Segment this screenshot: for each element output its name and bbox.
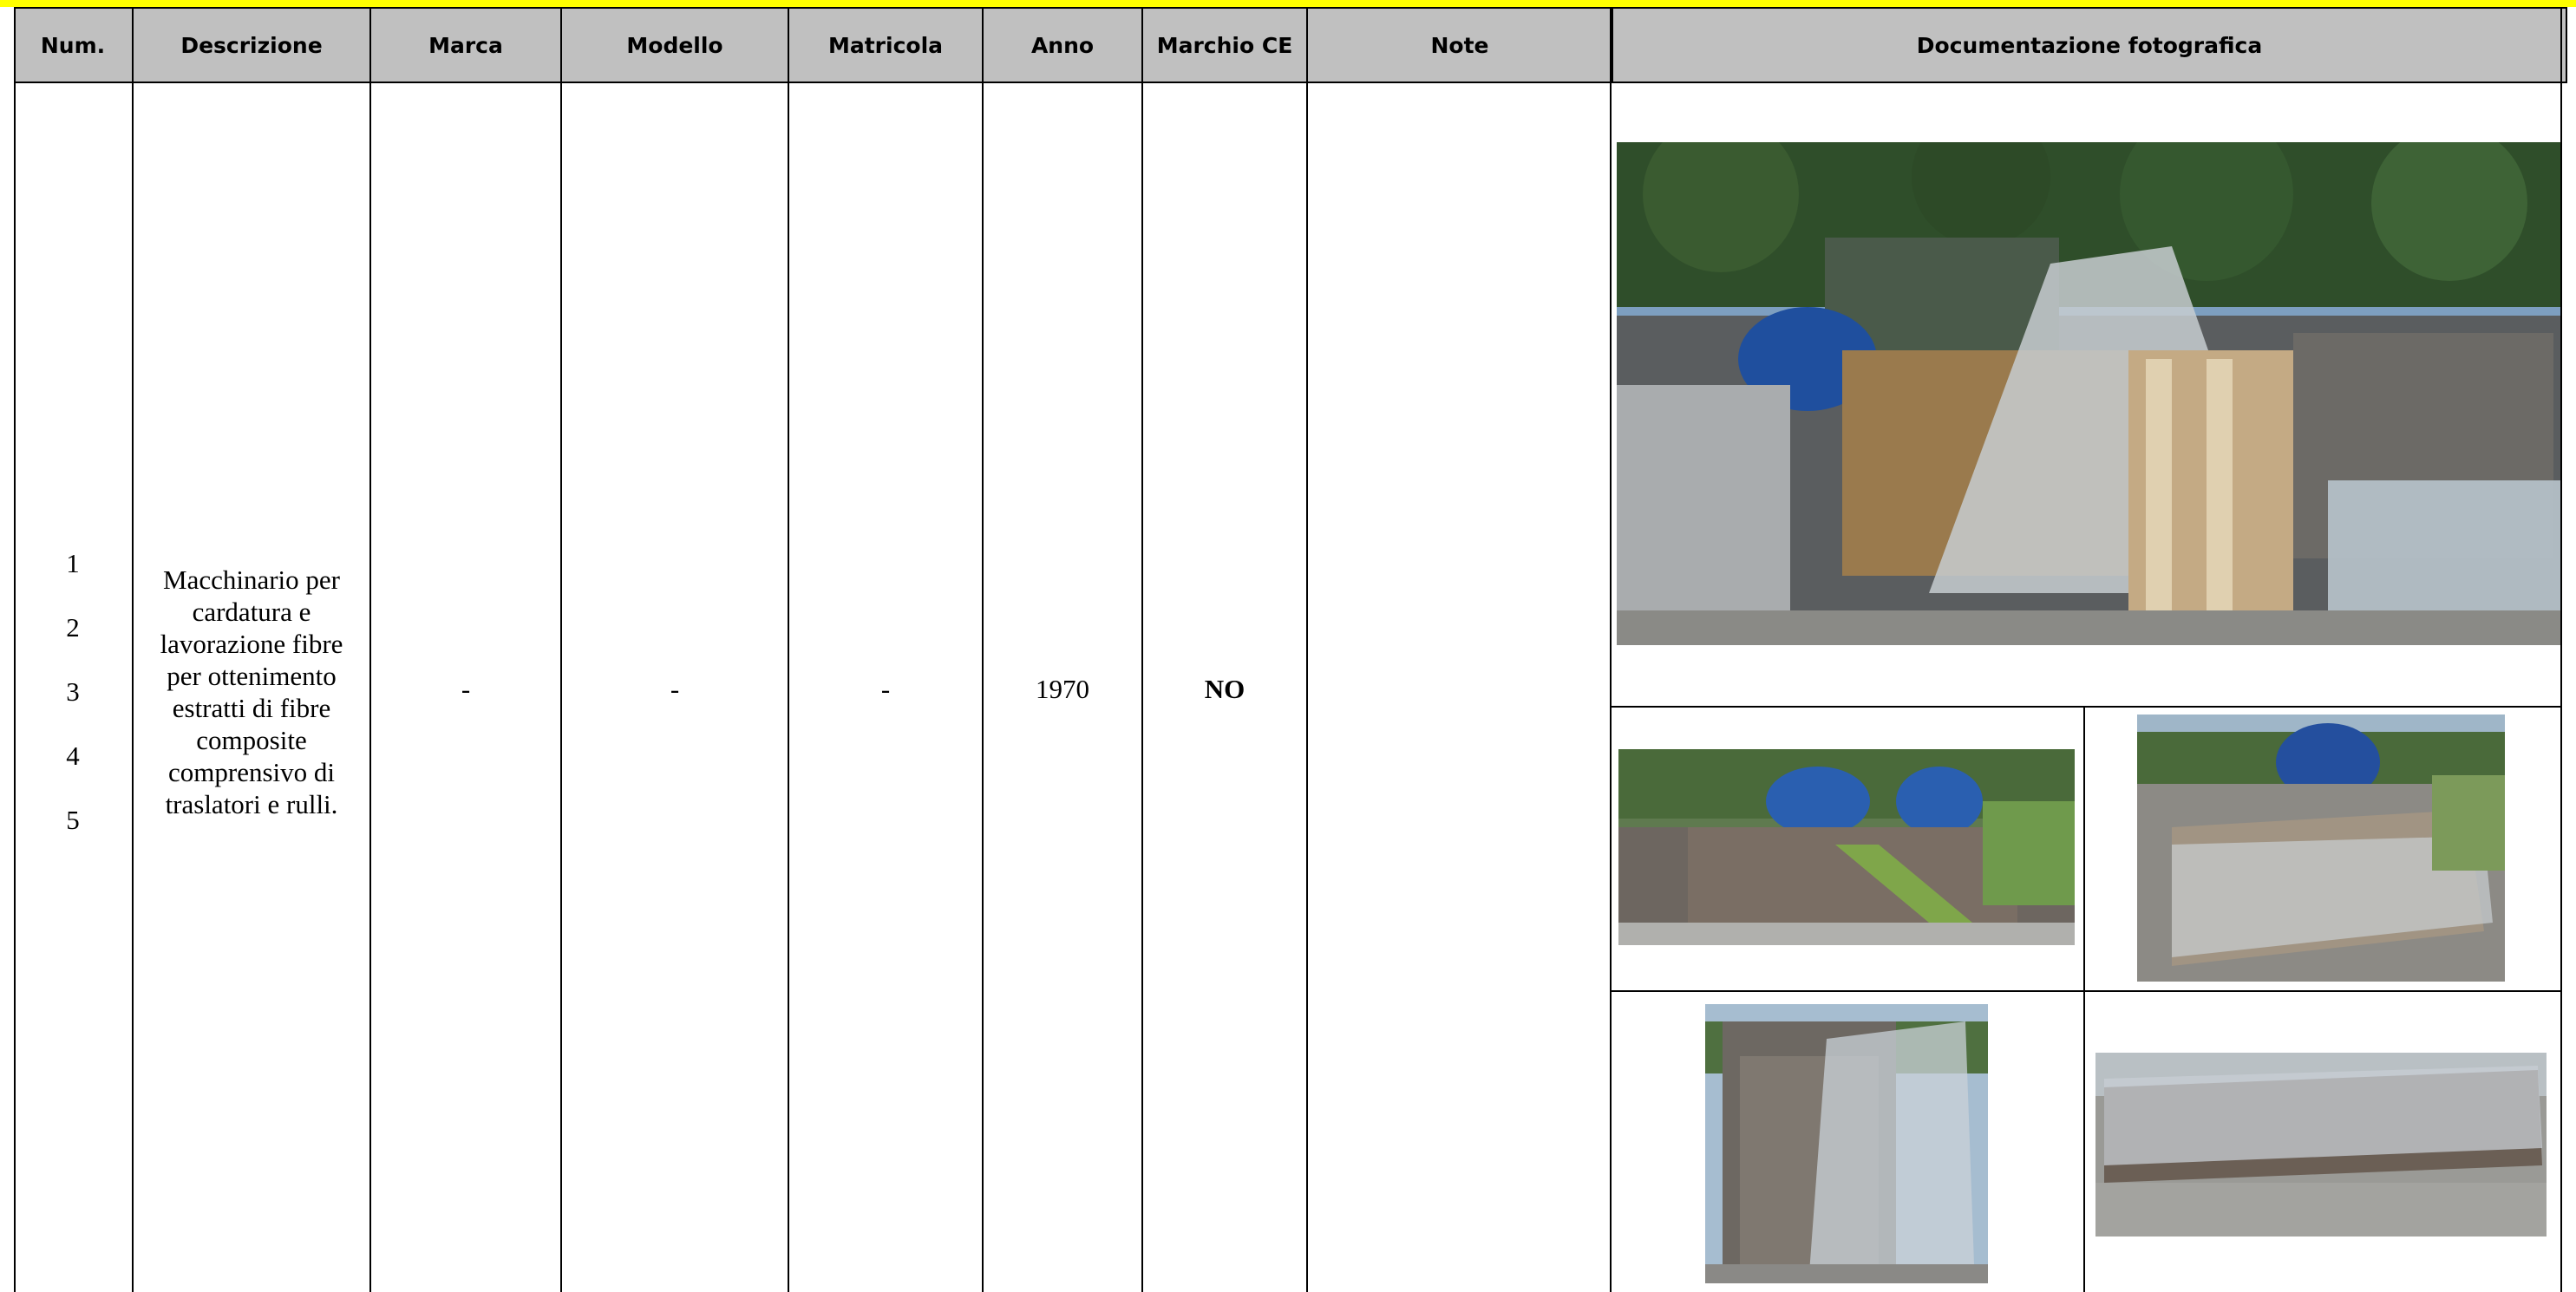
machinery-photo [1617, 142, 2560, 645]
marca-cell: - [461, 674, 471, 704]
column-divider [1610, 7, 1612, 1292]
column-divider [560, 7, 562, 1292]
machinery-photo [2137, 715, 2505, 982]
machinery-photo [1705, 1004, 1988, 1283]
photo-grid-divider [1610, 990, 2562, 992]
row-number: 1 [66, 548, 80, 578]
descrizione-line: per ottenimento [167, 661, 337, 691]
photo-grid-divider [1610, 706, 2562, 708]
row-number: 4 [66, 741, 80, 771]
header-modello: Modello [562, 9, 789, 82]
header-anno: Anno [984, 9, 1143, 82]
row-numbers: 1 2 3 4 5 [14, 538, 132, 858]
column-divider [1141, 7, 1143, 1292]
column-divider [1306, 7, 1308, 1292]
descrizione-line: cardatura e [192, 597, 311, 627]
header-marca: Marca [371, 9, 562, 82]
header-documentazione: Documentazione fotografica [1613, 9, 2567, 82]
header-descrizione: Descrizione [134, 9, 371, 82]
machinery-photo [1618, 749, 2075, 945]
note-cell [1308, 659, 1610, 720]
header-num: Num. [14, 9, 134, 82]
descrizione-line: comprensivo di [168, 757, 335, 787]
row-number: 5 [66, 805, 80, 835]
descrizione-line: traslatori e rulli. [165, 789, 338, 819]
column-divider [788, 7, 789, 1292]
table-top-border [14, 7, 2567, 9]
descrizione-line: Macchinario per [163, 564, 340, 595]
marchio-ce-cell: NO [1204, 674, 1246, 704]
row-number: 3 [66, 676, 80, 707]
photo-grid-divider [2083, 706, 2085, 1292]
header-matricola: Matricola [789, 9, 984, 82]
descrizione-line: estratti di fibre [172, 693, 331, 723]
descrizione-cell: Macchinario per cardatura e lavorazione … [134, 564, 369, 820]
table-right-border [2560, 7, 2562, 1292]
machinery-photo [2095, 1053, 2547, 1237]
header-note: Note [1308, 9, 1613, 82]
descrizione-line: composite [196, 725, 307, 755]
descrizione-line: lavorazione fibre [160, 629, 343, 659]
anno-cell: 1970 [1036, 674, 1089, 704]
top-banner [0, 0, 2576, 7]
header-marchio-ce: Marchio CE [1143, 9, 1308, 82]
matricola-cell: - [880, 674, 891, 704]
column-divider [369, 7, 371, 1292]
modello-cell: - [670, 674, 680, 704]
column-divider [982, 7, 984, 1292]
row-number: 2 [66, 612, 80, 643]
header-bottom-border [14, 82, 2567, 83]
